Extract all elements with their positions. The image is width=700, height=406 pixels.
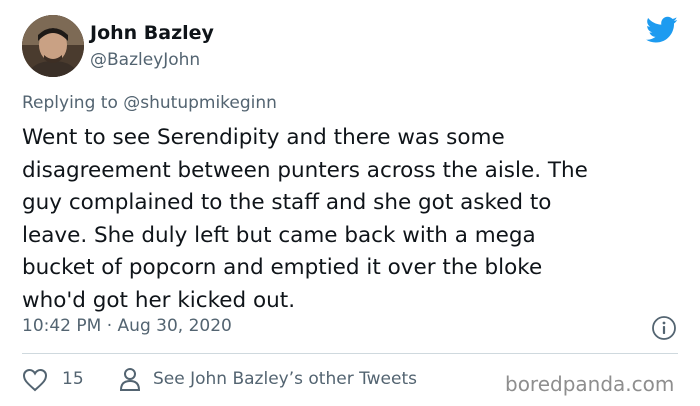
replying-prefix: Replying to (22, 93, 118, 113)
twitter-bird-icon[interactable] (646, 16, 678, 44)
avatar[interactable] (22, 15, 84, 77)
see-other-tweets-link[interactable]: See John Bazley’s other Tweets (153, 369, 417, 389)
tweet-timestamp[interactable]: 10:42 PM · Aug 30, 2020 (22, 316, 232, 336)
person-icon[interactable] (119, 366, 141, 392)
author-name[interactable]: John Bazley (90, 22, 214, 44)
meta-separator: · (106, 316, 113, 336)
tweet-date: Aug 30, 2020 (117, 316, 232, 336)
avatar-image (22, 15, 84, 77)
replying-to: Replying to @shutupmikeginn (22, 93, 277, 113)
info-icon[interactable] (651, 315, 677, 341)
heart-icon[interactable] (22, 368, 48, 392)
tweet-line: who'd got her kicked out. (22, 287, 296, 313)
divider (22, 353, 678, 354)
watermark: boredpanda.com (505, 372, 675, 396)
like-count[interactable]: 15 (62, 369, 84, 389)
tweet-line: Went to see Serendipity and there was so… (22, 125, 505, 150)
tweet-line: guy complained to the staff and she got … (22, 190, 552, 215)
tweet-time: 10:42 PM (22, 316, 102, 336)
tweet-line: bucket of popcorn and emptied it over th… (22, 255, 543, 280)
tweet-line: leave. She duly left but came back with … (22, 222, 536, 248)
tweet-line: disagreement between punters across the … (22, 157, 588, 183)
tweet-text: Went to see Serendipity and there was so… (22, 122, 662, 317)
author-handle[interactable]: @BazleyJohn (90, 50, 200, 70)
reply-mention-link[interactable]: @shutupmikeginn (123, 93, 277, 113)
